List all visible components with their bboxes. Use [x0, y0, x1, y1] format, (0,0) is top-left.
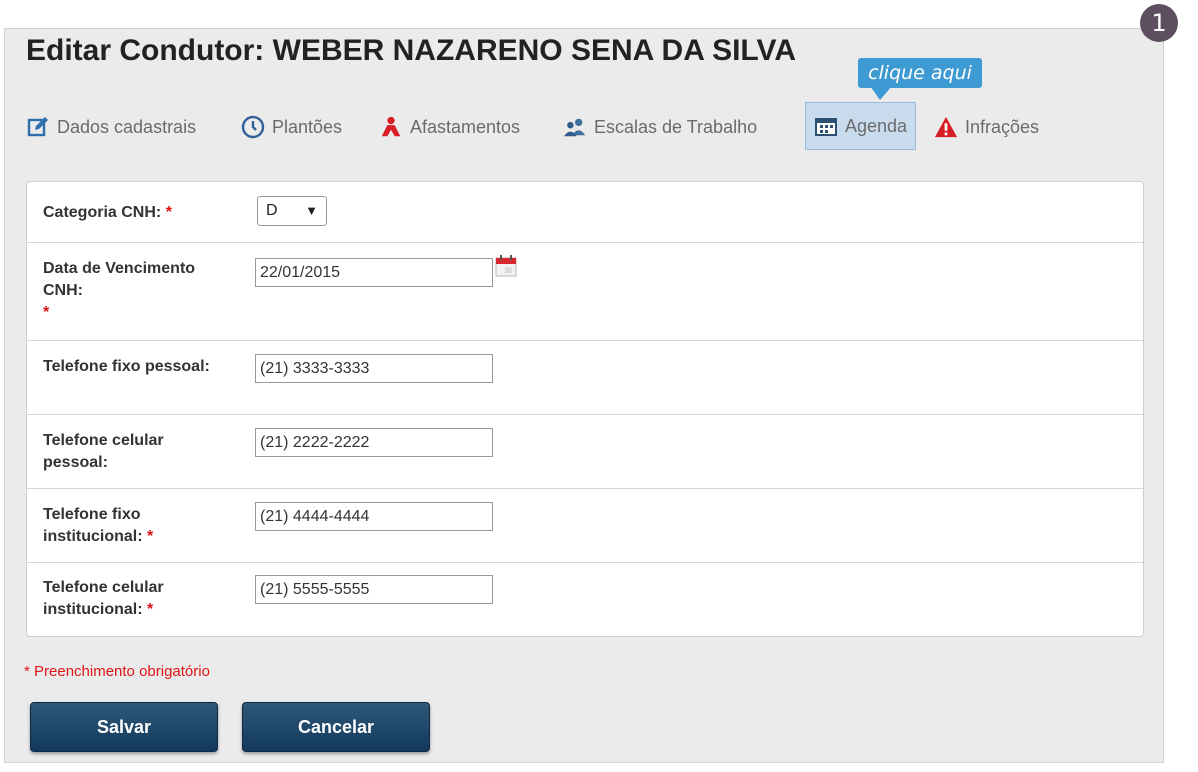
date-picker-calendar-icon[interactable] — [495, 255, 517, 277]
fixo-institucional-input[interactable] — [255, 502, 493, 531]
tooltip-callout: clique aqui — [858, 58, 982, 88]
fixo-institucional-label: Telefone fixo institucional: * — [43, 506, 154, 545]
tab-afastamentos[interactable]: Afastamentos — [379, 102, 520, 152]
step-badge: 1 — [1140, 4, 1178, 42]
tab-bar: Dados cadastrais Plantões Afastamentos E… — [0, 102, 1198, 152]
categoria-cnh-select[interactable]: D ▼ — [257, 196, 327, 226]
celular-pessoal-input[interactable] — [255, 428, 493, 457]
tab-label: Dados cadastrais — [57, 116, 197, 137]
form-row-celular-pessoal: Telefone celular pessoal: — [27, 414, 1143, 489]
save-button[interactable]: Salvar — [30, 702, 218, 752]
form-row-vencimento: Data de Vencimento CNH: * — [27, 242, 1143, 341]
tab-label: Plantões — [272, 116, 343, 137]
tab-label: Agenda — [845, 115, 908, 136]
form-card: Categoria CNH: * D ▼ Data de Vencimento … — [26, 181, 1144, 637]
fixo-pessoal-input[interactable] — [255, 354, 493, 383]
tab-dados-cadastrais[interactable]: Dados cadastrais — [26, 102, 196, 152]
edit-icon — [26, 115, 50, 139]
page-title: Editar Condutor: WEBER NAZARENO SENA DA … — [26, 34, 796, 67]
tab-escalas-de-trabalho[interactable]: Escalas de Trabalho — [563, 102, 757, 152]
tooltip-tail — [870, 86, 892, 100]
celular-institucional-input[interactable] — [255, 575, 493, 604]
celular-pessoal-label: Telefone celular pessoal: — [43, 432, 164, 471]
cancel-button[interactable]: Cancelar — [242, 702, 430, 752]
tab-plantoes[interactable]: Plantões — [241, 102, 342, 152]
categoria-cnh-value: D — [266, 202, 278, 219]
form-row-fixo-pessoal: Telefone fixo pessoal: — [27, 340, 1143, 415]
person-leave-icon — [379, 115, 403, 139]
clock-icon — [241, 115, 265, 139]
vencimento-label: Data de Vencimento CNH: * — [43, 260, 196, 321]
fixo-pessoal-label: Telefone fixo pessoal: — [43, 358, 210, 375]
celular-institucional-label: Telefone celular institucional: * — [43, 579, 164, 618]
warning-icon — [934, 115, 958, 139]
categoria-label: Categoria CNH: * — [43, 204, 172, 221]
form-row-celular-institucional: Telefone celular institucional: * — [27, 562, 1143, 637]
tab-label: Infrações — [965, 116, 1040, 137]
users-icon — [563, 115, 587, 139]
chevron-down-icon: ▼ — [305, 203, 318, 218]
tab-agenda[interactable]: Agenda — [805, 102, 917, 150]
calendar-icon — [814, 114, 838, 138]
form-row-categoria: Categoria CNH: * D ▼ — [27, 182, 1143, 242]
tab-infracoes[interactable]: Infrações — [934, 102, 1039, 152]
required-note: * Preenchimento obrigatório — [24, 663, 210, 680]
tab-label: Afastamentos — [410, 116, 521, 137]
form-row-fixo-institucional: Telefone fixo institucional: * — [27, 488, 1143, 563]
tab-label: Escalas de Trabalho — [594, 116, 758, 137]
vencimento-cnh-input[interactable] — [255, 258, 493, 287]
